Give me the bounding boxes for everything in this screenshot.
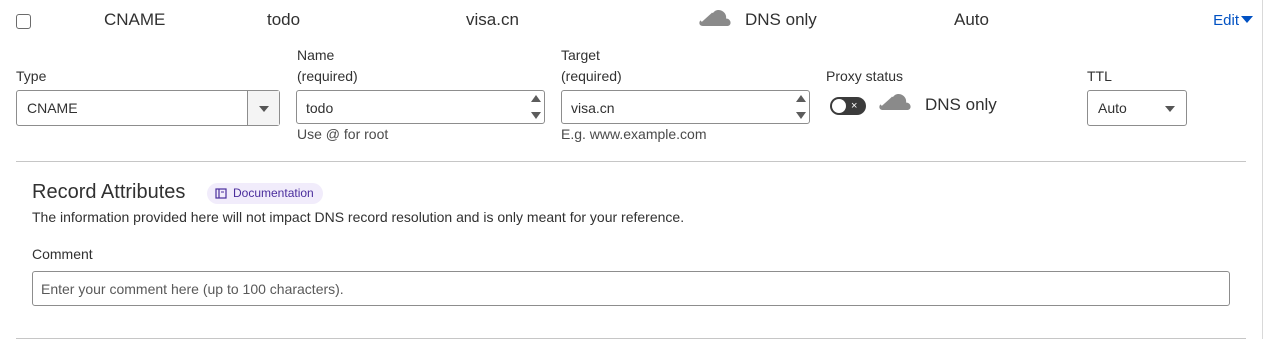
name-required-label: (required) bbox=[297, 68, 358, 84]
name-input-value: todo bbox=[306, 100, 334, 116]
name-input[interactable]: todo bbox=[296, 90, 545, 124]
record-attributes-title: Record Attributes bbox=[32, 181, 186, 203]
type-select[interactable]: CNAME bbox=[16, 90, 280, 126]
ttl-select-value: Auto bbox=[1098, 100, 1127, 116]
proxy-status-toggle[interactable]: × bbox=[830, 97, 866, 115]
target-label: Target bbox=[561, 47, 600, 63]
toggle-knob bbox=[832, 99, 846, 113]
target-input[interactable]: visa.cn bbox=[561, 90, 810, 124]
cloud-icon bbox=[879, 93, 911, 110]
chevron-down-icon bbox=[259, 106, 269, 112]
proxy-status-text: DNS only bbox=[925, 95, 997, 114]
comment-input[interactable]: Enter your comment here (up to 100 chara… bbox=[32, 271, 1230, 306]
spin-down-icon[interactable] bbox=[796, 112, 806, 119]
cloud-icon bbox=[699, 9, 731, 26]
chevron-down-icon bbox=[1165, 106, 1175, 112]
name-help-text: Use @ for root bbox=[297, 126, 389, 142]
summary-ttl: Auto bbox=[954, 10, 989, 29]
documentation-label: Documentation bbox=[233, 186, 314, 200]
type-select-toggle[interactable] bbox=[247, 91, 279, 125]
record-summary-row: CNAME todo visa.cn DNS only Auto Edit bbox=[0, 0, 1263, 40]
comment-label: Comment bbox=[32, 246, 93, 262]
type-select-value: CNAME bbox=[27, 100, 78, 116]
record-select-checkbox[interactable] bbox=[16, 14, 31, 29]
proxy-status-label: Proxy status bbox=[826, 68, 904, 84]
type-label: Type bbox=[16, 68, 47, 84]
target-help-text: E.g. www.example.com bbox=[561, 126, 707, 142]
ttl-select[interactable]: Auto bbox=[1087, 90, 1187, 126]
spin-down-icon[interactable] bbox=[531, 112, 541, 119]
edit-label: Edit bbox=[1213, 12, 1239, 29]
book-icon bbox=[215, 188, 227, 199]
summary-type: CNAME bbox=[104, 10, 166, 29]
ttl-label: TTL bbox=[1087, 68, 1112, 84]
caret-down-icon bbox=[1241, 16, 1253, 23]
comment-placeholder: Enter your comment here (up to 100 chara… bbox=[41, 281, 344, 297]
edit-record-link[interactable]: Edit bbox=[1213, 12, 1253, 29]
summary-proxy-status: DNS only bbox=[745, 10, 817, 29]
name-label: Name bbox=[297, 47, 335, 63]
spin-up-icon[interactable] bbox=[531, 95, 541, 102]
documentation-link[interactable]: Documentation bbox=[207, 183, 323, 204]
summary-name: todo bbox=[267, 10, 301, 29]
section-divider bbox=[16, 161, 1246, 162]
dns-record-editor: CNAME todo visa.cn DNS only Auto Edit Ty… bbox=[0, 0, 1263, 339]
summary-target: visa.cn bbox=[466, 10, 519, 29]
record-attributes-description: The information provided here will not i… bbox=[32, 209, 685, 225]
close-icon: × bbox=[851, 100, 858, 112]
target-required-label: (required) bbox=[561, 68, 622, 84]
target-input-value: visa.cn bbox=[571, 100, 615, 116]
spin-up-icon[interactable] bbox=[796, 95, 806, 102]
